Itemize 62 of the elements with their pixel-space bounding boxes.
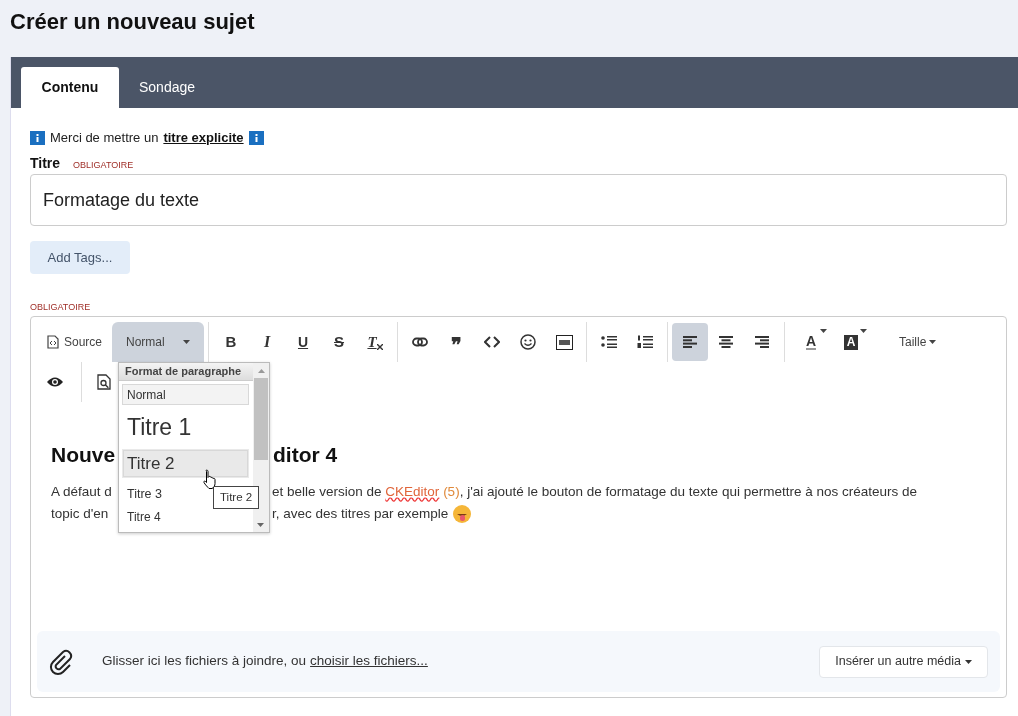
size-dropdown[interactable]: Taille (899, 324, 937, 360)
menu-option[interactable]: Normal (122, 384, 249, 405)
caret-icon (860, 329, 868, 333)
caret-icon (820, 329, 828, 333)
info-icon (248, 131, 264, 145)
source-button[interactable]: Source (37, 324, 113, 360)
hand-cursor-icon (201, 469, 217, 489)
clear-button[interactable]: T (357, 323, 394, 361)
attachment-text: Glisser ici les fichiers à joindre, ou (102, 652, 307, 671)
paperclip-icon (49, 647, 73, 676)
ckeditor-link[interactable]: CKEditor (385, 484, 440, 499)
tab[interactable]: Contenu (21, 67, 119, 108)
source-icon (47, 335, 59, 349)
menu-option[interactable]: Titre 4 (122, 506, 249, 528)
scroll-down-icon (257, 523, 264, 527)
field-label: Titre (30, 154, 61, 173)
smiley-icon (520, 334, 537, 350)
bold-button[interactable]: B (213, 323, 250, 361)
add-tags-button[interactable]: Add Tags... (30, 241, 130, 274)
scrollbar[interactable] (253, 363, 269, 532)
menu-option[interactable]: Titre 2 (122, 449, 249, 478)
notice-link[interactable]: titre explicite (163, 128, 244, 148)
text-color-button[interactable]: A (793, 324, 830, 360)
italic-button[interactable]: I (249, 323, 286, 361)
scroll-up-icon (257, 369, 265, 373)
bullet-list-icon (601, 335, 618, 349)
align-left-icon (683, 336, 698, 348)
tab[interactable]: Sondage (119, 67, 216, 108)
menu-option[interactable]: Titre 1 (122, 408, 249, 446)
align-left-button[interactable] (672, 323, 709, 361)
back-color-button[interactable]: A (833, 324, 870, 360)
paragraph-text: r, avec des titres par exemple (272, 505, 449, 523)
link-icon (412, 337, 429, 347)
heading-text: ditor 4 (273, 442, 338, 468)
required-label: OBLIGATOIRE (73, 159, 134, 172)
caret-icon (183, 340, 191, 344)
paragraph-text: topic d'en (51, 506, 109, 521)
numbered-list-icon (637, 335, 654, 349)
info-icon (30, 131, 45, 145)
align-right-icon (755, 336, 770, 348)
quote-button[interactable]: ❞ (438, 323, 475, 361)
align-center-icon (719, 336, 734, 348)
paragraph-text: A défaut d (51, 484, 112, 499)
title-input[interactable]: Formatage du texte (30, 174, 1007, 226)
caret-icon (965, 659, 972, 664)
paragraph-text: et belle version de CKEditor (5), j'ai ajouté le bouton de formatage du texte qui permettre à nos créateurs de (272, 483, 917, 501)
insert-media-button[interactable]: Insérer un autre média (819, 645, 988, 678)
notice-text: Merci de mettre un (50, 129, 159, 148)
eye-icon (46, 376, 64, 388)
heading-text: Nouve (51, 443, 116, 466)
page-title: Créer un nouveau sujet (10, 8, 256, 36)
x-icon (376, 344, 383, 350)
gif-icon (555, 334, 573, 350)
underline-button[interactable]: U (285, 323, 322, 361)
format-dropdown[interactable]: Normal (112, 322, 205, 362)
caret-icon (929, 340, 937, 344)
required-label: OBLIGATOIRE (30, 301, 92, 313)
document-search-icon (97, 374, 111, 390)
strike-button[interactable]: S (321, 323, 358, 361)
choose-files-link[interactable]: choisir les fichiers... (310, 651, 428, 672)
code-icon (484, 336, 501, 348)
tooltip: Titre 2 (213, 486, 260, 509)
